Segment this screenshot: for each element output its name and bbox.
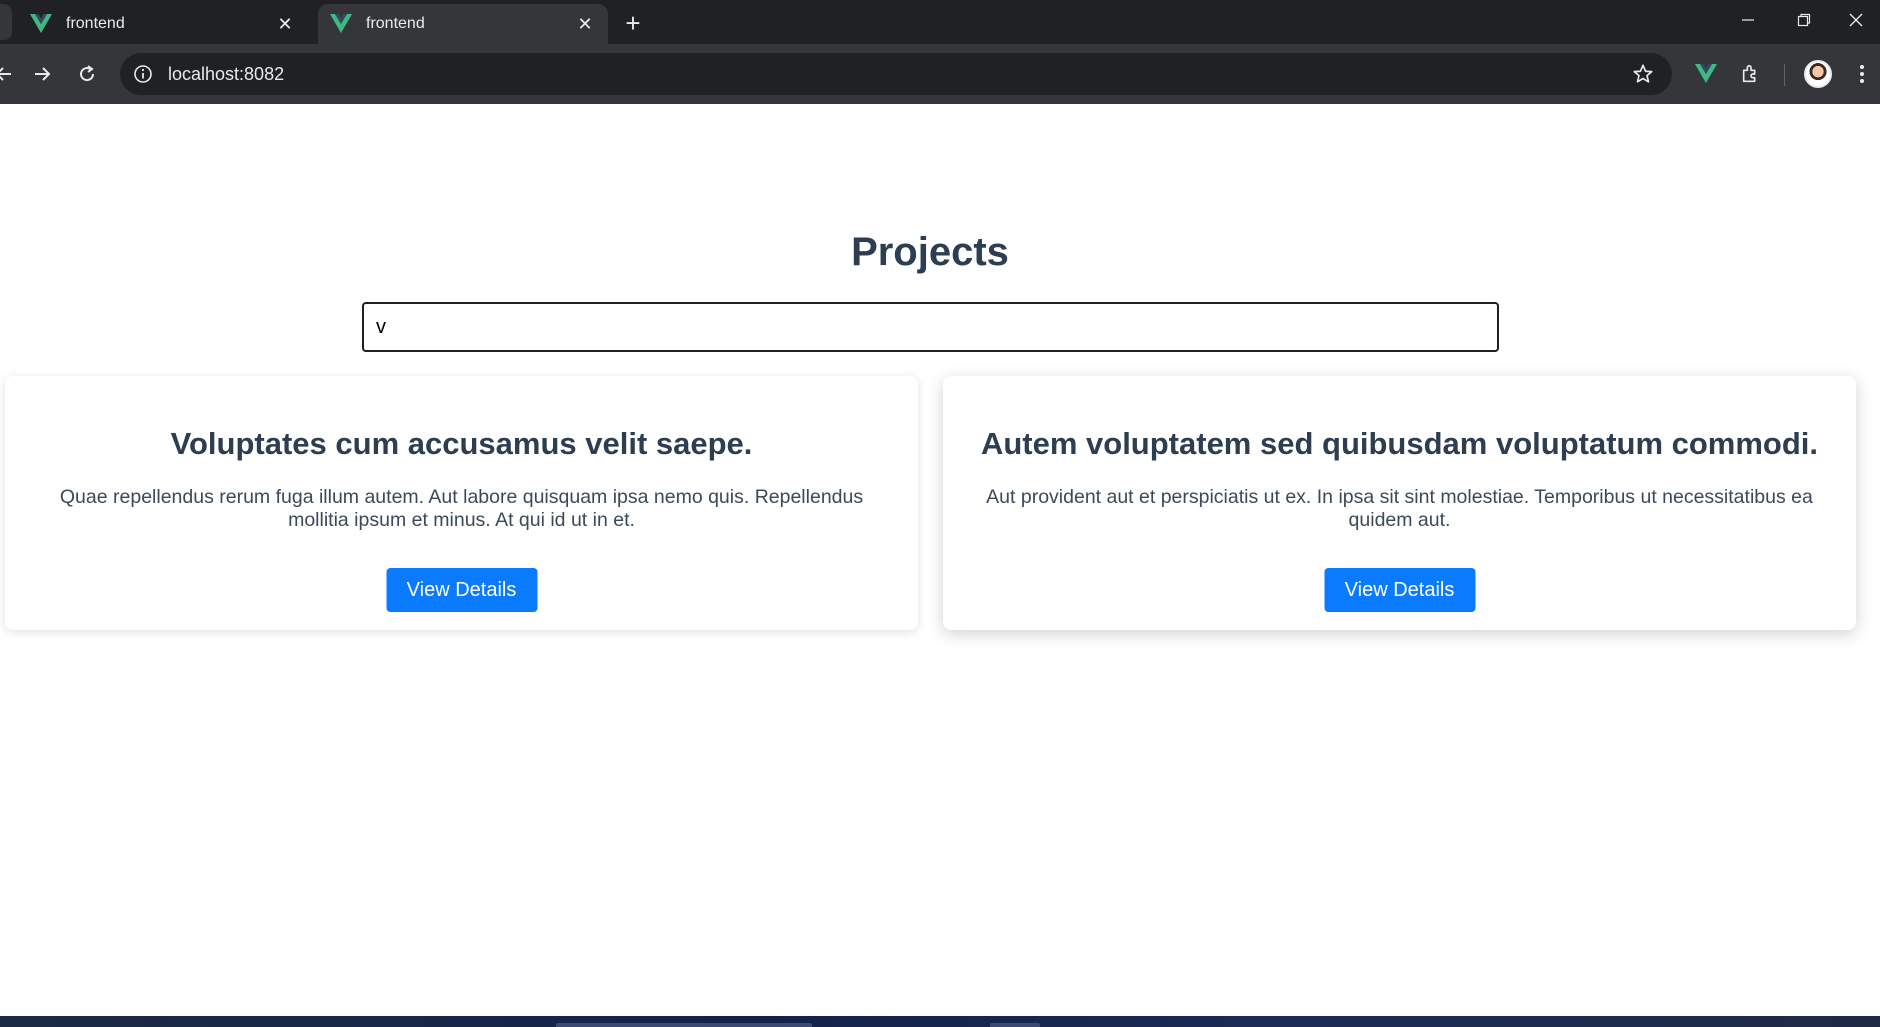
window-close-icon[interactable] — [1832, 0, 1880, 40]
tab-frontend-2[interactable]: frontend ✕ — [318, 4, 608, 44]
browser-toolbar: localhost:8082 — [0, 44, 1880, 104]
close-icon[interactable]: ✕ — [272, 11, 298, 37]
close-icon[interactable]: ✕ — [572, 11, 598, 37]
browser-tab-bar: frontend ✕ frontend ✕ + — [0, 0, 1880, 44]
tab-frontend-1[interactable]: frontend ✕ — [18, 4, 308, 44]
plus-icon[interactable]: + — [618, 8, 648, 38]
address-bar[interactable]: localhost:8082 — [120, 53, 1672, 95]
project-title: Autem voluptatem sed quibusdam voluptatu… — [980, 426, 1819, 461]
arrow-right-icon[interactable] — [24, 56, 60, 92]
tab-title: frontend — [366, 15, 425, 32]
star-icon[interactable] — [1630, 61, 1656, 87]
tab-title: frontend — [66, 15, 125, 32]
info-icon[interactable] — [132, 63, 154, 85]
taskbar-item[interactable] — [990, 1023, 1040, 1027]
arrow-left-icon[interactable] — [0, 56, 22, 92]
kebab-menu-icon[interactable] — [1844, 56, 1880, 92]
project-description: Aut provident aut et perspiciatis ut ex.… — [986, 486, 1813, 531]
avatar[interactable] — [1800, 56, 1836, 92]
url-text[interactable]: localhost:8082 — [168, 64, 1630, 85]
tab-left-stub — [0, 4, 12, 40]
toolbar-divider — [1784, 64, 1785, 86]
project-card: Autem voluptatem sed quibusdam voluptatu… — [943, 376, 1856, 630]
vue-devtools-icon[interactable] — [1688, 56, 1724, 92]
search-input[interactable] — [362, 302, 1499, 352]
vue-logo-icon — [30, 14, 52, 33]
minimize-icon[interactable] — [1720, 0, 1776, 40]
project-title: Voluptates cum accusamus velit saepe. — [170, 426, 753, 461]
reload-icon[interactable] — [69, 56, 105, 92]
page-title: Projects — [851, 230, 1009, 274]
page-content: Projects Voluptates cum accusamus velit … — [0, 104, 1880, 1016]
project-card: Voluptates cum accusamus velit saepe. Qu… — [5, 376, 918, 630]
taskbar-item[interactable] — [556, 1023, 812, 1027]
vue-logo-icon — [330, 14, 352, 33]
os-taskbar — [0, 1016, 1880, 1027]
view-details-button[interactable]: View Details — [1324, 568, 1475, 612]
puzzle-icon[interactable] — [1733, 56, 1769, 92]
project-description: Quae repellendus rerum fuga illum autem.… — [59, 486, 864, 531]
view-details-button[interactable]: View Details — [386, 568, 537, 612]
restore-icon[interactable] — [1776, 0, 1832, 40]
